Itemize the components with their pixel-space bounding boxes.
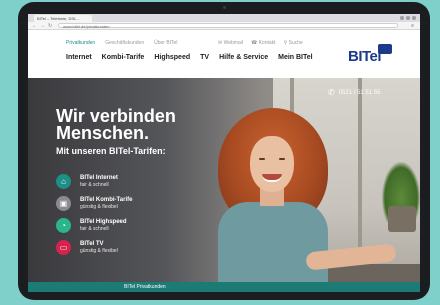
maximize-icon[interactable] bbox=[406, 16, 410, 20]
product-subtitle: günstig & flexibel bbox=[80, 248, 118, 254]
webmail-label: Webmail bbox=[223, 40, 243, 46]
webmail-link[interactable]: ✉ Webmail bbox=[218, 40, 243, 46]
screen: BITel – Telefonie, DSL... ← → ↻ www.bite… bbox=[28, 14, 420, 292]
reload-icon[interactable]: ↻ bbox=[48, 23, 52, 29]
browser-toolbar: ← → ↻ www.bitel.de/privatkunden ≡ bbox=[28, 22, 420, 30]
main-nav-internet[interactable]: Internet bbox=[66, 54, 92, 61]
main-nav-tv[interactable]: TV bbox=[200, 54, 209, 61]
plant-pot-image bbox=[388, 206, 416, 232]
hero-banner: ✆ 0521 / 51 51 55 Wir verbinden Menschen… bbox=[28, 78, 420, 292]
main-nav-hilfe-service[interactable]: Hilfe & Service bbox=[219, 54, 268, 61]
main-nav: Internet Kombi-Tarife Highspeed TV Hilfe… bbox=[66, 54, 313, 61]
top-nav: Privatkunden Geschäftskunden Über BITel bbox=[66, 40, 177, 46]
product-name: BITel TV bbox=[80, 241, 104, 247]
person-shirt-image bbox=[218, 202, 328, 292]
logo-text: BITel bbox=[348, 48, 382, 65]
person-eye bbox=[259, 158, 265, 160]
product-name: BITel Internet bbox=[80, 175, 118, 181]
product-subtitle: günstig & flexibel bbox=[80, 204, 118, 210]
address-bar[interactable]: www.bitel.de/privatkunden bbox=[58, 23, 398, 29]
kontakt-link[interactable]: ☎ Kontakt bbox=[251, 40, 276, 46]
person-eye bbox=[279, 158, 285, 160]
person-face-image bbox=[250, 136, 294, 192]
product-kombi-tarife[interactable]: ▣ BITel Kombi-Tarife günstig & flexibel bbox=[56, 196, 206, 216]
close-icon[interactable] bbox=[412, 16, 416, 20]
product-internet[interactable]: ⌂ BITel Internet fair & schnell bbox=[56, 174, 206, 194]
bitel-logo[interactable]: BITel bbox=[348, 44, 404, 66]
speed-icon: ◔ bbox=[56, 218, 71, 233]
main-nav-highspeed[interactable]: Highspeed bbox=[154, 54, 190, 61]
top-nav-privatkunden[interactable]: Privatkunden bbox=[66, 40, 95, 46]
product-name: BITel Kombi-Tarife bbox=[80, 197, 133, 203]
hotline-button[interactable]: ✆ 0521 / 51 51 55 bbox=[328, 88, 380, 97]
top-nav-geschaeftskunden[interactable]: Geschäftskunden bbox=[105, 40, 144, 46]
browser-tab-strip: BITel – Telefonie, DSL... bbox=[28, 14, 420, 22]
kontakt-label: Kontakt bbox=[258, 40, 276, 46]
back-arrow-icon[interactable]: ← bbox=[32, 23, 37, 29]
top-nav-ueber-bitel[interactable]: Über BITel bbox=[154, 40, 177, 46]
segment-footer-bar[interactable]: BITel Privatkunden bbox=[28, 282, 420, 292]
hotline-number: 0521 / 51 51 55 bbox=[338, 89, 381, 96]
logo-signal-icon bbox=[378, 44, 392, 54]
product-subtitle: fair & schnell bbox=[80, 182, 109, 188]
site-header: Privatkunden Geschäftskunden Über BITel … bbox=[28, 30, 420, 78]
hero-subline: Mit unseren BITel-Tarifen: bbox=[56, 146, 166, 156]
minimize-icon[interactable] bbox=[400, 16, 404, 20]
search-icon: ⚲ bbox=[283, 40, 288, 46]
camera-dot bbox=[223, 6, 226, 9]
mail-icon: ✉ bbox=[218, 40, 223, 46]
house-icon: ⌂ bbox=[56, 174, 71, 189]
combo-icon: ▣ bbox=[56, 196, 71, 211]
product-highspeed[interactable]: ◔ BITel Highspeed fair & schnell bbox=[56, 218, 206, 238]
footer-label: BITel Privatkunden bbox=[124, 284, 166, 290]
phone-icon: ☎ bbox=[250, 40, 258, 46]
tv-icon: ▭ bbox=[56, 240, 71, 255]
product-name: BITel Highspeed bbox=[80, 219, 127, 225]
hero-headline: Wir verbinden Menschen. bbox=[56, 107, 176, 143]
forward-arrow-icon[interactable]: → bbox=[40, 23, 45, 29]
menu-icon[interactable]: ≡ bbox=[411, 23, 414, 29]
headline-line-2: Menschen. bbox=[56, 123, 150, 143]
utility-nav: ✉ Webmail ☎ Kontakt ⚲ Suche bbox=[218, 40, 303, 46]
laptop-frame: BITel – Telefonie, DSL... ← → ↻ www.bite… bbox=[18, 2, 430, 300]
main-nav-mein-bitel[interactable]: Mein BITel bbox=[278, 54, 312, 61]
suche-link[interactable]: ⚲ Suche bbox=[284, 40, 303, 46]
phone-icon: ✆ bbox=[328, 88, 335, 97]
product-subtitle: fair & schnell bbox=[80, 226, 109, 232]
suche-label: Suche bbox=[288, 40, 303, 46]
main-nav-kombi-tarife[interactable]: Kombi-Tarife bbox=[102, 54, 145, 61]
browser-tab[interactable]: BITel – Telefonie, DSL... bbox=[34, 15, 92, 22]
product-tv[interactable]: ▭ BITel TV günstig & flexibel bbox=[56, 240, 206, 260]
